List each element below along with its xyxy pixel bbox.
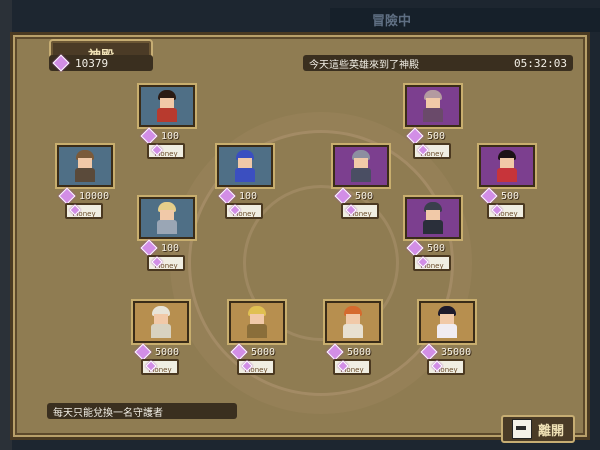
hero-sprite [154, 90, 180, 122]
buy-button[interactable]: Money [427, 359, 465, 375]
hero-price: 500 [406, 127, 446, 145]
gem-icon [52, 54, 70, 72]
hero-portrait[interactable] [403, 195, 463, 241]
price-value: 100 [161, 130, 180, 142]
daily-notice: 今天這些英雄來到了神殿 05:32:03 [303, 55, 573, 71]
hero-price: 10000 [58, 187, 110, 205]
hero-slot-dark-haired-priestess: 35000 Money [417, 299, 479, 375]
hero-price: 100 [218, 187, 258, 205]
gem-icon [334, 187, 352, 205]
buy-button[interactable]: Money [237, 359, 275, 375]
gem-count: 10379 [75, 56, 109, 70]
hero-price: 500 [406, 239, 446, 257]
gem-icon [218, 187, 236, 205]
hero-portrait[interactable] [403, 83, 463, 129]
hero-sprite [148, 306, 174, 338]
hero-slot-dark-knight: 500 Money [331, 143, 393, 219]
hero-slot-golden-warrior: 5000 Money [227, 299, 289, 375]
hero-portrait[interactable] [323, 299, 383, 345]
exit-icon [511, 419, 532, 439]
hero-price: 35000 [420, 343, 472, 361]
gem-balance: 10379 [49, 54, 153, 72]
hero-sprite [420, 202, 446, 234]
hero-sprite [348, 150, 374, 182]
hero-sprite [154, 202, 180, 234]
buy-button[interactable]: Money [141, 359, 179, 375]
price-value: 500 [427, 130, 446, 142]
hero-price: 5000 [230, 343, 276, 361]
hero-slot-blonde-knight: 100 Money [137, 195, 199, 271]
hero-portrait[interactable] [137, 83, 197, 129]
gem-icon [134, 343, 152, 361]
hero-sprite [494, 150, 520, 182]
hero-price: 100 [140, 239, 180, 257]
hero-sprite [72, 150, 98, 182]
price-value: 5000 [155, 346, 180, 358]
gem-icon [406, 127, 424, 145]
price-value: 35000 [441, 346, 472, 358]
hero-slot-purple-beast: 500 Money [403, 83, 465, 159]
background-status-bar [330, 8, 600, 32]
exchange-limit-note: 每天只能兌換一名守護者 [47, 403, 237, 419]
hero-portrait[interactable] [55, 143, 115, 189]
price-value: 5000 [251, 346, 276, 358]
hero-sprite [244, 306, 270, 338]
gem-icon [140, 239, 158, 257]
hero-price: 5000 [134, 343, 180, 361]
gem-icon [230, 343, 248, 361]
buy-button[interactable]: Money [413, 255, 451, 271]
gem-icon [140, 127, 158, 145]
buy-button[interactable]: Money [333, 359, 371, 375]
hero-price: 500 [334, 187, 374, 205]
hero-slot-armored-golem: 500 Money [403, 195, 465, 271]
hero-portrait[interactable] [137, 195, 197, 241]
leave-label: 離開 [537, 423, 564, 439]
hero-portrait[interactable] [227, 299, 287, 345]
hero-sprite [434, 306, 460, 338]
price-value: 100 [161, 242, 180, 254]
buy-button[interactable]: Money [341, 203, 379, 219]
hero-sprite [340, 306, 366, 338]
temple-panel: 神殿 10379 今天這些英雄來到了神殿 05:32:03 100Money50… [10, 32, 590, 443]
gem-icon [420, 343, 438, 361]
price-value: 10000 [79, 190, 110, 202]
background-adventure-label: 冒險中 [372, 14, 412, 29]
price-value: 100 [239, 190, 258, 202]
price-value: 500 [355, 190, 374, 202]
leave-button[interactable]: 離開 [501, 415, 575, 443]
hero-portrait[interactable] [477, 143, 537, 189]
hero-slot-blue-haired-mage: 100 Money [215, 143, 277, 219]
hero-price: 500 [480, 187, 520, 205]
gem-icon [58, 187, 76, 205]
hero-slot-white-paladin: 5000 Money [131, 299, 193, 375]
hero-sprite [420, 90, 446, 122]
price-value: 500 [427, 242, 446, 254]
notice-text: 今天這些英雄來到了神殿 [309, 59, 419, 71]
hero-price: 100 [140, 127, 180, 145]
gem-icon [480, 187, 498, 205]
hero-slot-red-haired-girl: 5000 Money [323, 299, 385, 375]
price-value: 500 [501, 190, 520, 202]
buy-button[interactable]: Money [413, 143, 451, 159]
hero-portrait[interactable] [417, 299, 477, 345]
buy-button[interactable]: Money [65, 203, 103, 219]
gem-icon [406, 239, 424, 257]
countdown-timer: 05:32:03 [514, 56, 567, 70]
buy-button[interactable]: Money [225, 203, 263, 219]
hero-portrait[interactable] [131, 299, 191, 345]
gem-icon [326, 343, 344, 361]
hero-slot-swordsman: 100 Money [137, 83, 199, 159]
hero-portrait[interactable] [215, 143, 275, 189]
hero-portrait[interactable] [331, 143, 391, 189]
price-value: 5000 [347, 346, 372, 358]
buy-button[interactable]: Money [487, 203, 525, 219]
hero-slot-red-dancer: 500 Money [477, 143, 539, 219]
hero-price: 5000 [326, 343, 372, 361]
hero-slot-bearded-dwarf: 10000 Money [55, 143, 117, 219]
buy-button[interactable]: Money [147, 143, 185, 159]
hero-sprite [232, 150, 258, 182]
buy-button[interactable]: Money [147, 255, 185, 271]
